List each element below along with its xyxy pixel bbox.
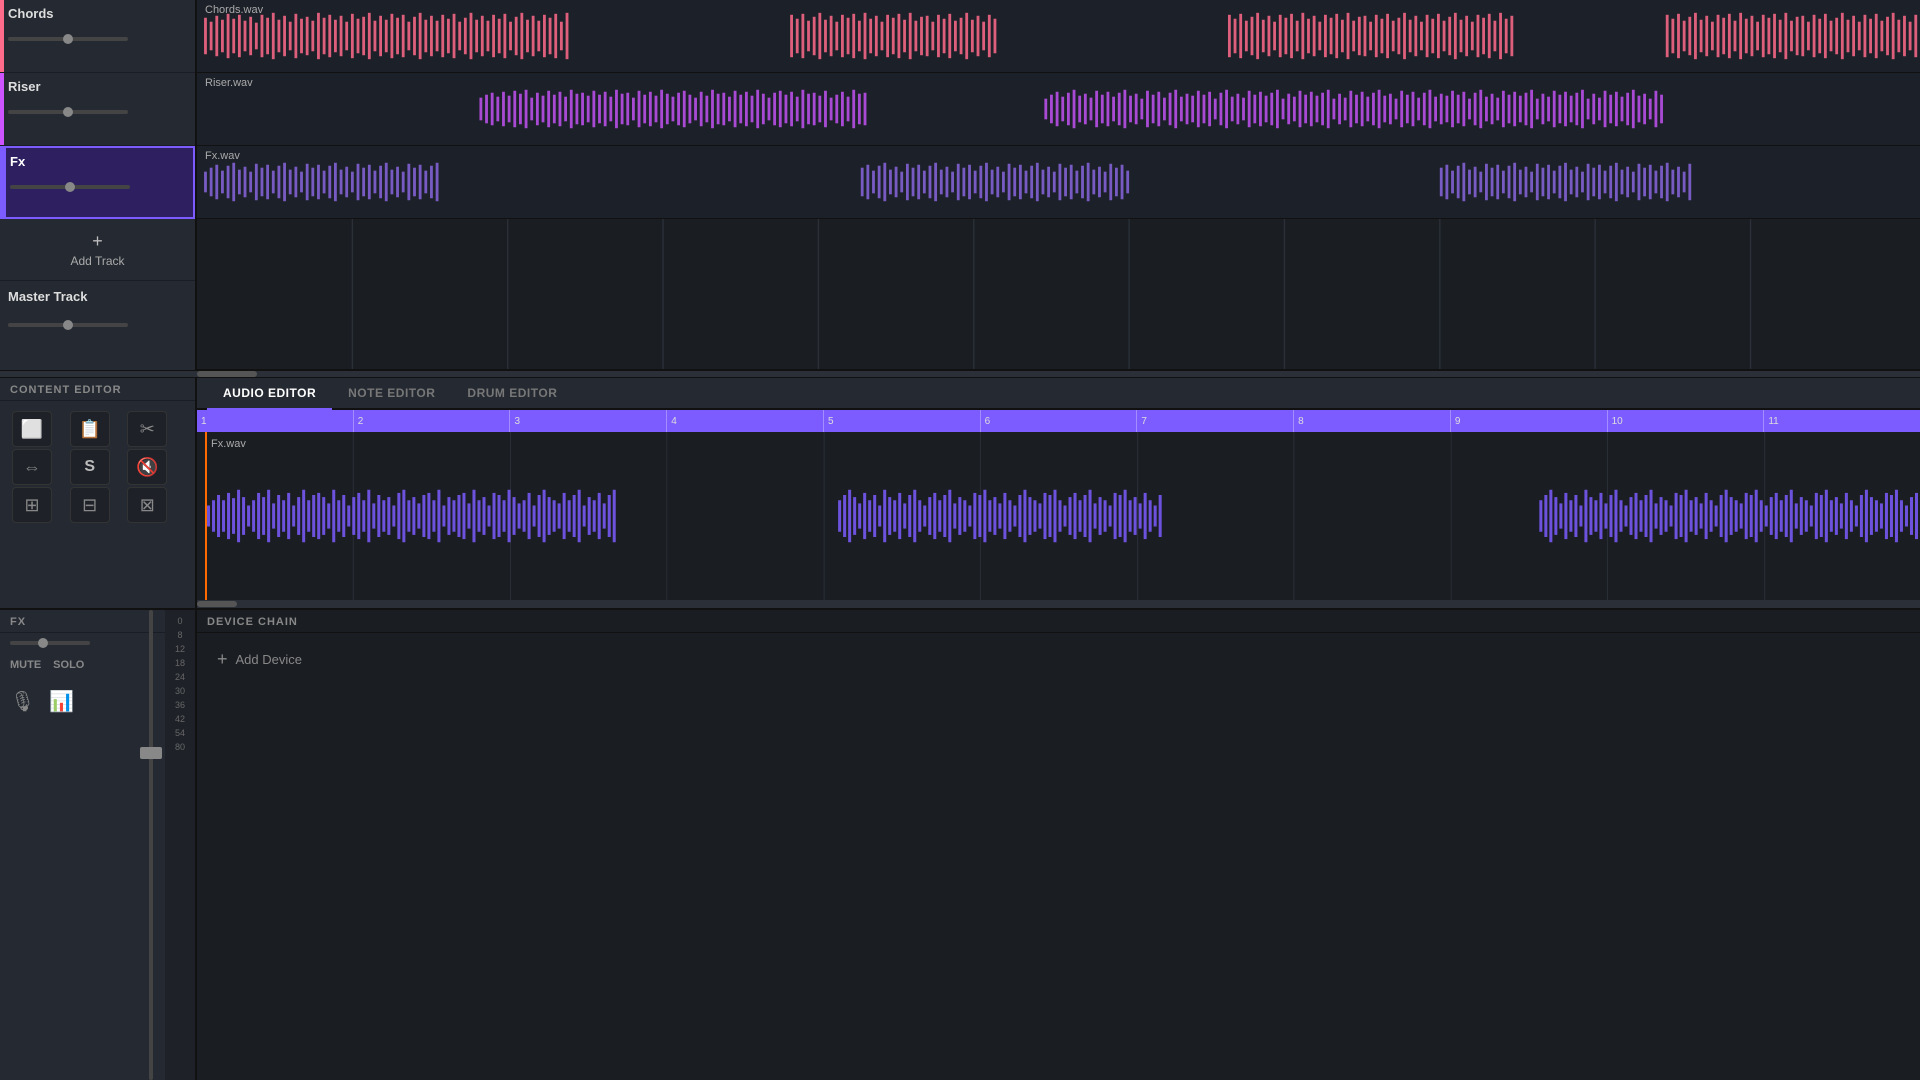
- ruler-mark-3: 3: [509, 410, 666, 432]
- middle-section: CONTENT EDITOR ⬜ 📋 ✂ ⇔ S 🔇 ⊞ ⊟ ⊠ AUDIO E…: [0, 378, 1920, 608]
- editor-tabs: AUDIO EDITOR NOTE EDITOR DRUM EDITOR: [197, 378, 1920, 410]
- track-item-chords[interactable]: Chords: [0, 0, 195, 73]
- track-name-chords: Chords: [8, 6, 187, 21]
- ruler-marks: 1 2 3 4 5 6 7 8 9 10 11: [197, 410, 1920, 432]
- tool-s[interactable]: S: [70, 449, 110, 485]
- add-device-icon: +: [217, 649, 228, 670]
- add-track-button[interactable]: + Add Track: [0, 219, 195, 280]
- track-item-fx[interactable]: Fx: [0, 146, 195, 219]
- track-name-fx: Fx: [10, 154, 185, 169]
- timeline-scrollbar[interactable]: [0, 370, 1920, 378]
- master-volume-slider[interactable]: [8, 323, 128, 327]
- waveform-empty: [197, 219, 1920, 370]
- track-list: Chords Riser Fx + Add Track: [0, 0, 197, 370]
- ruler-mark-9: 9: [1450, 410, 1607, 432]
- ruler-mark-10: 10: [1607, 410, 1764, 432]
- track-color-bar-riser: [0, 73, 4, 145]
- master-track[interactable]: Master Track: [0, 280, 195, 336]
- top-section: Chords Riser Fx + Add Track: [0, 0, 1920, 370]
- add-track-icon: +: [92, 231, 103, 252]
- track-item-riser[interactable]: Riser: [0, 73, 195, 146]
- master-track-name: Master Track: [8, 289, 187, 304]
- fx-volume-slider[interactable]: [10, 641, 90, 645]
- add-track-label: Add Track: [70, 254, 124, 268]
- waveform-riser: Riser.wav: [197, 73, 1920, 146]
- fx-panel: FX MUTE SOLO 🎙 📊 0 8 12 18 24: [0, 610, 197, 1080]
- audio-wav-label: Fx.wav: [211, 438, 246, 450]
- fx-mute-btn[interactable]: MUTE: [10, 657, 41, 673]
- db-0: 0: [177, 616, 182, 626]
- db-meter: 0 8 12 18 24 30 36 42 54 80: [165, 610, 195, 1080]
- v-fader-area: [139, 610, 163, 1080]
- wav-label-riser: Riser.wav: [205, 77, 253, 89]
- ruler-mark-5: 5: [823, 410, 980, 432]
- audio-scroll-thumb[interactable]: [197, 601, 237, 607]
- track-volume-riser[interactable]: [8, 110, 128, 114]
- db-36: 36: [175, 700, 185, 710]
- waveform-chords: Chords.wav: [197, 0, 1920, 73]
- wav-label-chords: Chords.wav: [205, 4, 263, 16]
- waveform-area: Chords.wav: [197, 0, 1920, 370]
- ruler-mark-11: 11: [1763, 410, 1920, 432]
- audio-waveform-canvas[interactable]: Fx.wav: [197, 432, 1920, 600]
- device-chain-title: DEVICE CHAIN: [197, 610, 1920, 633]
- db-18: 18: [175, 658, 185, 668]
- fx-eq-icon[interactable]: 📊: [49, 689, 74, 714]
- track-volume-fx[interactable]: [10, 185, 130, 189]
- tab-note-editor[interactable]: NOTE EDITOR: [332, 378, 451, 410]
- ruler-mark-8: 8: [1293, 410, 1450, 432]
- db-8: 8: [177, 630, 182, 640]
- bottom-section: FX MUTE SOLO 🎙 📊 0 8 12 18 24: [0, 608, 1920, 1080]
- track-slider-row-riser: [8, 110, 187, 114]
- fx-solo-btn[interactable]: SOLO: [53, 657, 84, 673]
- add-device-button[interactable]: + Add Device: [197, 633, 1920, 686]
- db-54: 54: [175, 728, 185, 738]
- ruler-mark-4: 4: [666, 410, 823, 432]
- add-device-label: Add Device: [236, 652, 302, 667]
- playhead: [205, 432, 207, 600]
- db-42: 42: [175, 714, 185, 724]
- content-editor-panel: CONTENT EDITOR ⬜ 📋 ✂ ⇔ S 🔇 ⊞ ⊟ ⊠: [0, 378, 197, 608]
- device-chain-panel: DEVICE CHAIN + Add Device: [197, 610, 1920, 1080]
- track-color-bar-fx: [2, 148, 6, 217]
- tool-grid2[interactable]: ⊟: [70, 487, 110, 523]
- timeline-scroll-thumb[interactable]: [197, 371, 257, 377]
- ruler-mark-6: 6: [980, 410, 1137, 432]
- content-editor-title: CONTENT EDITOR: [0, 378, 195, 401]
- track-name-riser: Riser: [8, 79, 187, 94]
- tool-mute[interactable]: 🔇: [127, 449, 167, 485]
- ruler-mark-7: 7: [1136, 410, 1293, 432]
- wav-label-fx: Fx.wav: [205, 150, 240, 162]
- db-80: 80: [175, 742, 185, 752]
- tool-cut[interactable]: ✂: [127, 411, 167, 447]
- track-slider-row-chords: [8, 37, 187, 41]
- tool-grid1[interactable]: ⊞: [12, 487, 52, 523]
- tool-select[interactable]: ⬜: [12, 411, 52, 447]
- v-fader[interactable]: [149, 610, 153, 1080]
- track-slider-row-fx: [10, 185, 185, 189]
- tool-stretch[interactable]: ⇔: [12, 449, 52, 485]
- fx-mic-icon[interactable]: 🎙: [10, 689, 35, 714]
- audio-scrollbar[interactable]: [197, 600, 1920, 608]
- audio-ruler: 1 2 3 4 5 6 7 8 9 10 11: [197, 410, 1920, 432]
- waveform-fx: Fx.wav: [197, 146, 1920, 219]
- content-editor-tools: ⬜ 📋 ✂ ⇔ S 🔇 ⊞ ⊟ ⊠: [0, 401, 195, 533]
- ruler-mark-1: 1: [197, 410, 353, 432]
- tool-copy[interactable]: 📋: [70, 411, 110, 447]
- audio-editor-panel: AUDIO EDITOR NOTE EDITOR DRUM EDITOR 1 2…: [197, 378, 1920, 608]
- track-volume-chords[interactable]: [8, 37, 128, 41]
- db-12: 12: [175, 644, 185, 654]
- db-24: 24: [175, 672, 185, 682]
- track-color-bar-chords: [0, 0, 4, 72]
- tab-drum-editor[interactable]: DRUM EDITOR: [451, 378, 573, 410]
- db-30: 30: [175, 686, 185, 696]
- ruler-mark-2: 2: [353, 410, 510, 432]
- tool-grid3[interactable]: ⊠: [127, 487, 167, 523]
- tab-audio-editor[interactable]: AUDIO EDITOR: [207, 378, 332, 410]
